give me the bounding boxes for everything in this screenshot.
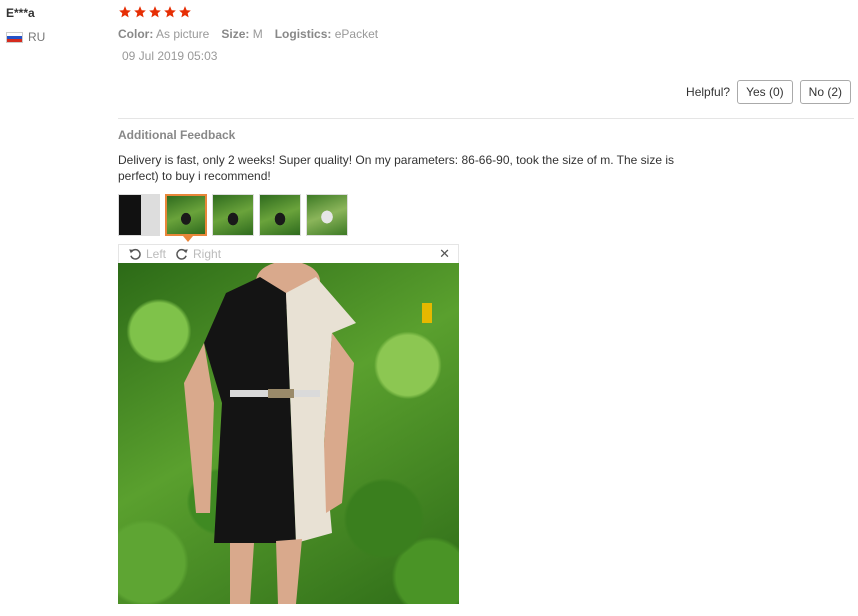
helpful-yes-button[interactable]: Yes (0)	[737, 80, 793, 104]
star-icon	[134, 6, 146, 18]
color-info: Color: As picture	[118, 27, 209, 41]
color-label: Color:	[118, 27, 154, 41]
helpful-no-button[interactable]: No (2)	[799, 80, 851, 104]
star-rating	[118, 5, 192, 19]
photo-thumbnails	[118, 194, 348, 236]
photo-thumbnail[interactable]	[118, 194, 160, 236]
logistics-value: ePacket	[334, 27, 379, 41]
star-icon	[164, 6, 176, 18]
flag-icon	[6, 31, 23, 43]
country-code: RU	[28, 30, 46, 44]
divider	[118, 118, 854, 119]
rotate-right-label: Right	[193, 247, 222, 261]
active-thumbnail-pointer	[183, 236, 193, 242]
photo-thumbnail[interactable]	[306, 194, 348, 236]
rotate-right-button[interactable]: Right	[175, 247, 221, 261]
logistics-label: Logistics:	[274, 27, 332, 41]
close-icon[interactable]: ✕	[439, 246, 450, 262]
additional-feedback-text: Delivery is fast, only 2 weeks! Super qu…	[118, 153, 675, 183]
rotate-left-label: Left	[146, 247, 167, 261]
buyer-country: RU	[6, 30, 45, 44]
helpful-section: Helpful? Yes (0) No (2)	[686, 80, 851, 104]
rotate-right-icon	[176, 248, 188, 260]
additional-feedback-title: Additional Feedback	[118, 128, 236, 142]
color-value: As picture	[156, 27, 210, 41]
helpful-label: Helpful?	[686, 85, 731, 99]
photo-thumbnail-active[interactable]	[165, 194, 207, 236]
review-photo	[118, 263, 459, 604]
star-icon	[149, 6, 161, 18]
star-icon	[119, 6, 131, 18]
dress-photo-illustration	[184, 263, 432, 604]
image-viewer-toolbar: Left Right ✕	[118, 244, 459, 263]
order-info: Color: As picture Size: M Logistics: ePa…	[118, 27, 378, 41]
buyer-name: E***a	[6, 6, 35, 20]
logistics-info: Logistics: ePacket	[275, 27, 378, 41]
size-label: Size:	[221, 27, 250, 41]
photo-thumbnail[interactable]	[212, 194, 254, 236]
photo-thumbnail[interactable]	[259, 194, 301, 236]
size-value: M	[252, 27, 263, 41]
rotate-left-icon	[129, 248, 141, 260]
review-date: 09 Jul 2019 05:03	[122, 49, 218, 63]
size-info: Size: M	[221, 27, 262, 41]
star-icon	[179, 6, 191, 18]
rotate-left-button[interactable]: Left	[128, 247, 166, 261]
